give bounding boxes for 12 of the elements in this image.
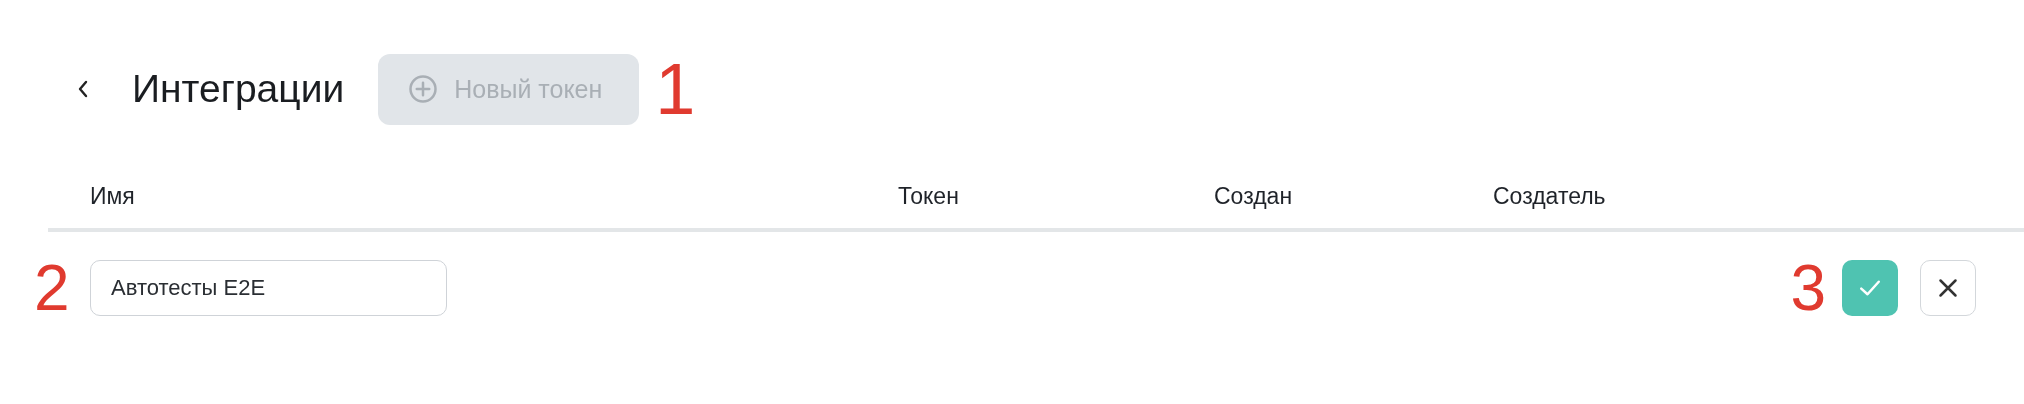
name-input-field[interactable]: Автотесты E2E <box>90 260 447 316</box>
column-header: Создан <box>1214 183 1293 209</box>
column-header: Токен <box>898 183 959 209</box>
annotation-number: 2 <box>34 256 71 320</box>
column-header: Создатель <box>1493 183 1606 209</box>
plus-circle-icon <box>408 74 439 104</box>
annotation-number: 1 <box>655 53 696 125</box>
column-header: Имя <box>90 183 135 209</box>
annotation-number: 3 <box>1790 256 1826 320</box>
cancel-button[interactable] <box>1920 260 1976 316</box>
page-title: Интеграции <box>132 67 345 111</box>
chevron-left-icon <box>77 79 89 99</box>
